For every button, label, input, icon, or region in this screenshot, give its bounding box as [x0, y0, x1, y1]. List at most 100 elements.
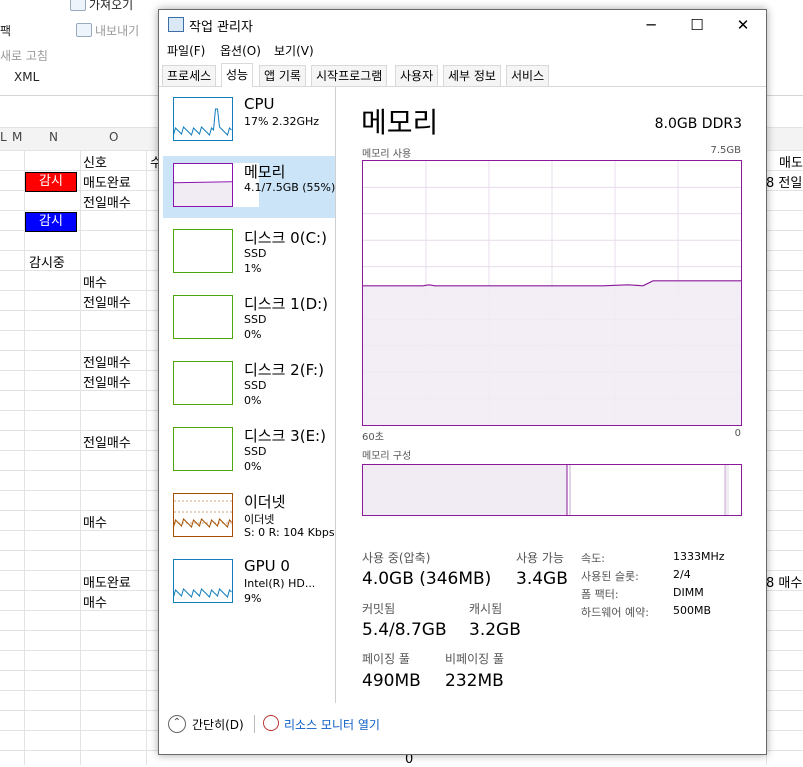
tab-app-history[interactable]: 앱 기록 [259, 65, 306, 86]
committed-label: 커밋됨 [362, 602, 396, 616]
sidebar-item-memory[interactable]: 메모리 4.1/7.5GB (55%) [163, 156, 335, 218]
ribbon-export[interactable]: 내보내기 [76, 22, 139, 39]
cell-watching[interactable]: 감시중 [29, 252, 65, 271]
tab-startup[interactable]: 시작프로그램 [311, 65, 388, 86]
cell-prev-buy[interactable]: 전일매수 [83, 432, 131, 451]
col-header-o[interactable]: O [109, 130, 118, 144]
resource-monitor-icon[interactable] [263, 715, 279, 731]
watch-badge-blue[interactable]: 감시 [25, 212, 77, 232]
speed-label: 속도: [581, 552, 605, 565]
cell-prev-buy[interactable]: 전일매수 [83, 372, 131, 391]
menu-file[interactable]: 파일(F) [167, 42, 205, 59]
export-icon [76, 23, 92, 37]
cell-buy[interactable]: 매수 [83, 592, 107, 611]
paged-pool-label: 페이징 풀 [362, 652, 410, 666]
sidebar-item-disk-0[interactable]: 디스크 0(C:) SSD 1% [163, 222, 335, 284]
fewer-details-link[interactable]: 간단히(D) [192, 716, 244, 733]
sidebar-item-disk-3[interactable]: 디스크 3(E:) SSD 0% [163, 420, 335, 482]
col-header-l[interactable]: L [0, 130, 7, 144]
cell-prev-buy[interactable]: 전일매수 [83, 352, 131, 371]
sidebar-item-ethernet[interactable]: 이더넷 이더넷 S: 0 R: 104 Kbps [163, 486, 335, 548]
window-title: 작업 관리자 [189, 20, 253, 35]
slots-value: 2/4 [673, 568, 691, 581]
sidebar-item-disk-2[interactable]: 디스크 2(F:) SSD 0% [163, 354, 335, 416]
usage-graph-label: 메모리 사용 [362, 149, 412, 160]
sidebar-item-name: 디스크 0(C:) [244, 229, 327, 247]
tab-details[interactable]: 세부 정보 [443, 65, 501, 86]
graph-time-left: 60초 [362, 432, 384, 443]
composition-in-use [363, 465, 567, 515]
memory-usage-graph [362, 160, 742, 426]
sidebar-item-name: 디스크 3(E:) [244, 427, 326, 445]
cell-prev-buy[interactable]: 전일매수 [83, 292, 131, 311]
sidebar-item-name: 디스크 2(F:) [244, 361, 324, 379]
menu-view[interactable]: 보기(V) [274, 42, 314, 59]
tab-processes[interactable]: 프로세스 [162, 65, 217, 86]
sidebar-item-gpu-0[interactable]: GPU 0 Intel(R) HD... 9% [163, 552, 335, 614]
sidebar-item-cpu[interactable]: CPU 17% 2.32GHz [163, 90, 335, 152]
cell-buy[interactable]: 매수 [83, 272, 107, 291]
cell-buy[interactable]: 매수 [83, 512, 107, 531]
composition-standby [725, 465, 729, 515]
hw-reserved-label: 하드웨어 예약: [581, 606, 649, 619]
committed-value: 5.4/8.7GB [362, 620, 447, 640]
sidebar-item-name: 메모리 [244, 163, 286, 181]
cell-prev-buy[interactable]: 전일매수 [83, 192, 131, 211]
sidebar-item-name: 디스크 1(D:) [244, 295, 329, 313]
sidebar-item-detail: SSD [244, 247, 267, 260]
sidebar-item-detail: SSD [244, 379, 267, 392]
ribbon-pack[interactable]: 팩 [0, 22, 11, 39]
cached-label: 캐시됨 [469, 602, 503, 616]
tab-services[interactable]: 서비스 [506, 65, 550, 86]
minimize-button[interactable]: ─ [628, 10, 674, 40]
ribbon-xml-group: XML [14, 70, 40, 84]
ribbon-refresh[interactable]: 새로 고침 [0, 47, 48, 64]
sidebar-item-detail-2: S: 0 R: 104 Kbps [244, 526, 335, 539]
grid-col-line [24, 150, 25, 765]
cell-right-header[interactable]: 매도 [779, 152, 803, 171]
memory-composition-bar [362, 464, 742, 516]
cell-signal-header[interactable]: 신호 [83, 152, 107, 171]
slots-label: 사용된 슬롯: [581, 570, 639, 583]
sidebar-item-detail: 4.1/7.5GB (55%) [244, 181, 336, 194]
sidebar-item-name: CPU [244, 95, 275, 113]
cell-right-prev[interactable]: 8 전일 [766, 172, 802, 191]
sidebar-item-detail: SSD [244, 313, 267, 326]
sidebar-item-name: 이더넷 [244, 493, 286, 511]
grid-col-line [146, 150, 147, 765]
sidebar-item-detail-2: 1% [244, 262, 262, 275]
form-factor-label: 폼 팩터: [581, 588, 619, 601]
panel-title: 메모리 [361, 106, 439, 139]
watch-badge-red[interactable]: 감시 [25, 172, 77, 192]
tab-users[interactable]: 사용자 [395, 65, 439, 86]
sidebar-item-disk-1[interactable]: 디스크 1(D:) SSD 0% [163, 288, 335, 350]
composition-label: 메모리 구성 [362, 451, 412, 462]
col-header-n[interactable]: N [49, 130, 58, 144]
menu-options[interactable]: 옵션(O) [220, 42, 261, 59]
nonpaged-pool-value: 232MB [445, 671, 504, 691]
cell-sell-complete[interactable]: 매도완료 [83, 172, 131, 191]
usage-area [363, 280, 741, 425]
title-bar[interactable]: 작업 관리자 ─ ☐ ✕ [159, 10, 766, 40]
nonpaged-pool-label: 비페이징 풀 [445, 652, 505, 666]
sidebar-item-detail: SSD [244, 445, 267, 458]
speed-value: 1333MHz [673, 550, 725, 563]
close-button[interactable]: ✕ [720, 10, 766, 40]
ribbon-import[interactable]: 가져오기 [0, 0, 133, 13]
in-use-value: 4.0GB (346MB) [362, 569, 492, 589]
chevron-up-icon[interactable]: ⌃ [168, 715, 186, 733]
menu-bar: 파일(F) 옵션(O) 보기(V) [159, 40, 766, 62]
col-header-m[interactable]: M [12, 130, 22, 144]
paged-pool-value: 490MB [362, 671, 421, 691]
import-icon [70, 0, 86, 11]
cell-sell-complete[interactable]: 매도완료 [83, 572, 131, 591]
footer: ⌃ 간단히(D) 리소스 모니터 열기 [159, 704, 766, 754]
grid-col-line [80, 150, 81, 765]
sidebar-item-detail: 이더넷 [244, 513, 275, 526]
cell-right-buy[interactable]: 8 매수 [766, 572, 802, 591]
tab-performance[interactable]: 성능 [221, 63, 254, 87]
sidebar-item-detail-2: 0% [244, 460, 262, 473]
maximize-button[interactable]: ☐ [674, 10, 720, 40]
sidebar-item-detail-2: 0% [244, 328, 262, 341]
resource-monitor-link[interactable]: 리소스 모니터 열기 [284, 716, 380, 733]
